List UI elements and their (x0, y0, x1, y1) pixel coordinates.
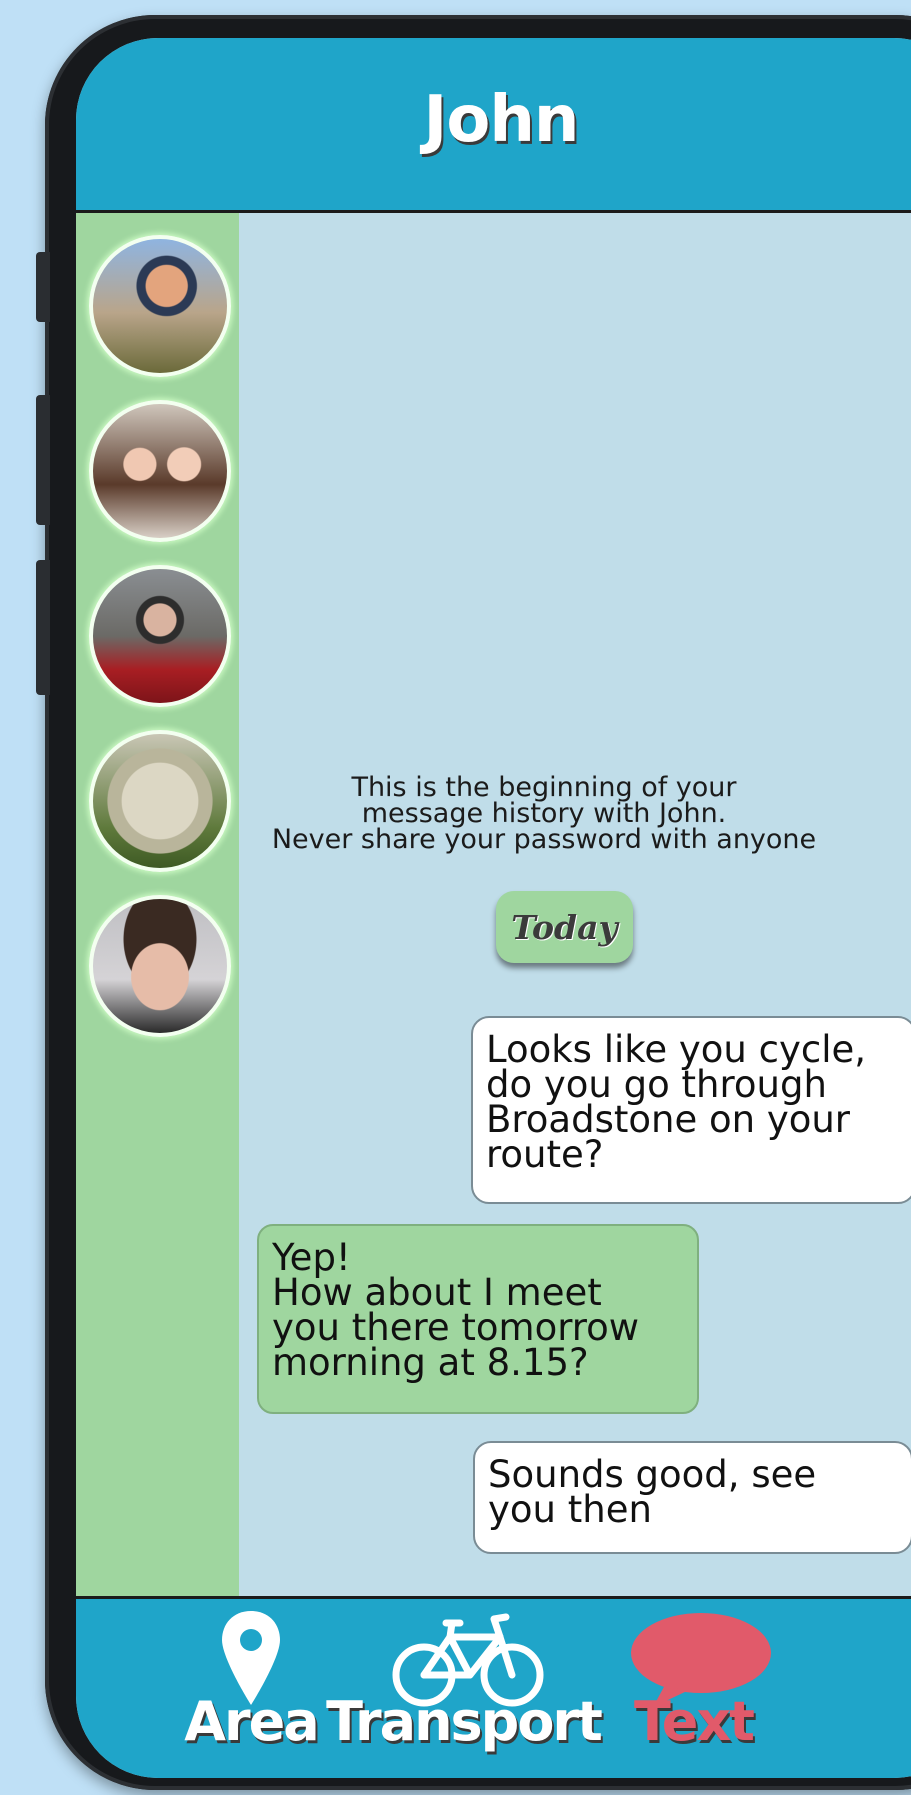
phone-screen: John This is the beginning of your messa… (76, 38, 911, 1778)
outgoing-message[interactable]: Sounds good, see you then (473, 1441, 911, 1554)
message-line: How about I meet (272, 1271, 602, 1314)
nav-area-button[interactable]: Area (176, 1599, 326, 1778)
nav-text-label: Text (634, 1690, 755, 1753)
nav-transport-button[interactable]: Transport (326, 1599, 603, 1778)
message-line: Looks like you cycle, (486, 1028, 867, 1071)
contact-avatar-5[interactable] (89, 895, 231, 1037)
outgoing-message[interactable]: Looks like you cycle, do you go through … (471, 1016, 911, 1204)
contacts-sidebar (76, 213, 239, 1634)
app-stage: John This is the beginning of your messa… (0, 0, 911, 1795)
nav-area-label: Area (184, 1690, 320, 1753)
message-line: do you go through (486, 1063, 827, 1106)
contact-avatar-2[interactable] (89, 400, 231, 542)
phone-volume-down-button (36, 560, 50, 695)
phone-volume-up-button (36, 395, 50, 525)
bottom-navigation: Area Transport Text (76, 1596, 911, 1778)
message-area[interactable]: This is the beginning of your message hi… (239, 213, 911, 1634)
chat-header: John (76, 38, 911, 213)
message-line: Sounds good, see (488, 1453, 817, 1496)
nav-text-button[interactable]: Text (601, 1599, 786, 1778)
message-line: morning at 8.15? (272, 1341, 589, 1384)
contact-name-title: John (423, 83, 580, 157)
incoming-message[interactable]: Yep! How about I meet you there tomorrow… (257, 1224, 699, 1414)
contact-avatar-4[interactable] (89, 730, 231, 872)
message-line: Broadstone on your (486, 1098, 851, 1141)
date-separator-badge: Today (496, 891, 633, 963)
contact-avatar-1[interactable] (89, 235, 231, 377)
message-line: you there tomorrow (272, 1306, 640, 1349)
history-notice: This is the beginning of your message hi… (239, 774, 849, 855)
phone-side-button (36, 252, 50, 322)
history-notice-line: Never share your password with anyone (271, 824, 817, 855)
message-line: you then (488, 1488, 652, 1531)
contact-avatar-3[interactable] (89, 565, 231, 707)
message-line: route? (486, 1133, 604, 1176)
message-line: Yep! (272, 1236, 351, 1279)
nav-transport-label: Transport (326, 1690, 603, 1753)
